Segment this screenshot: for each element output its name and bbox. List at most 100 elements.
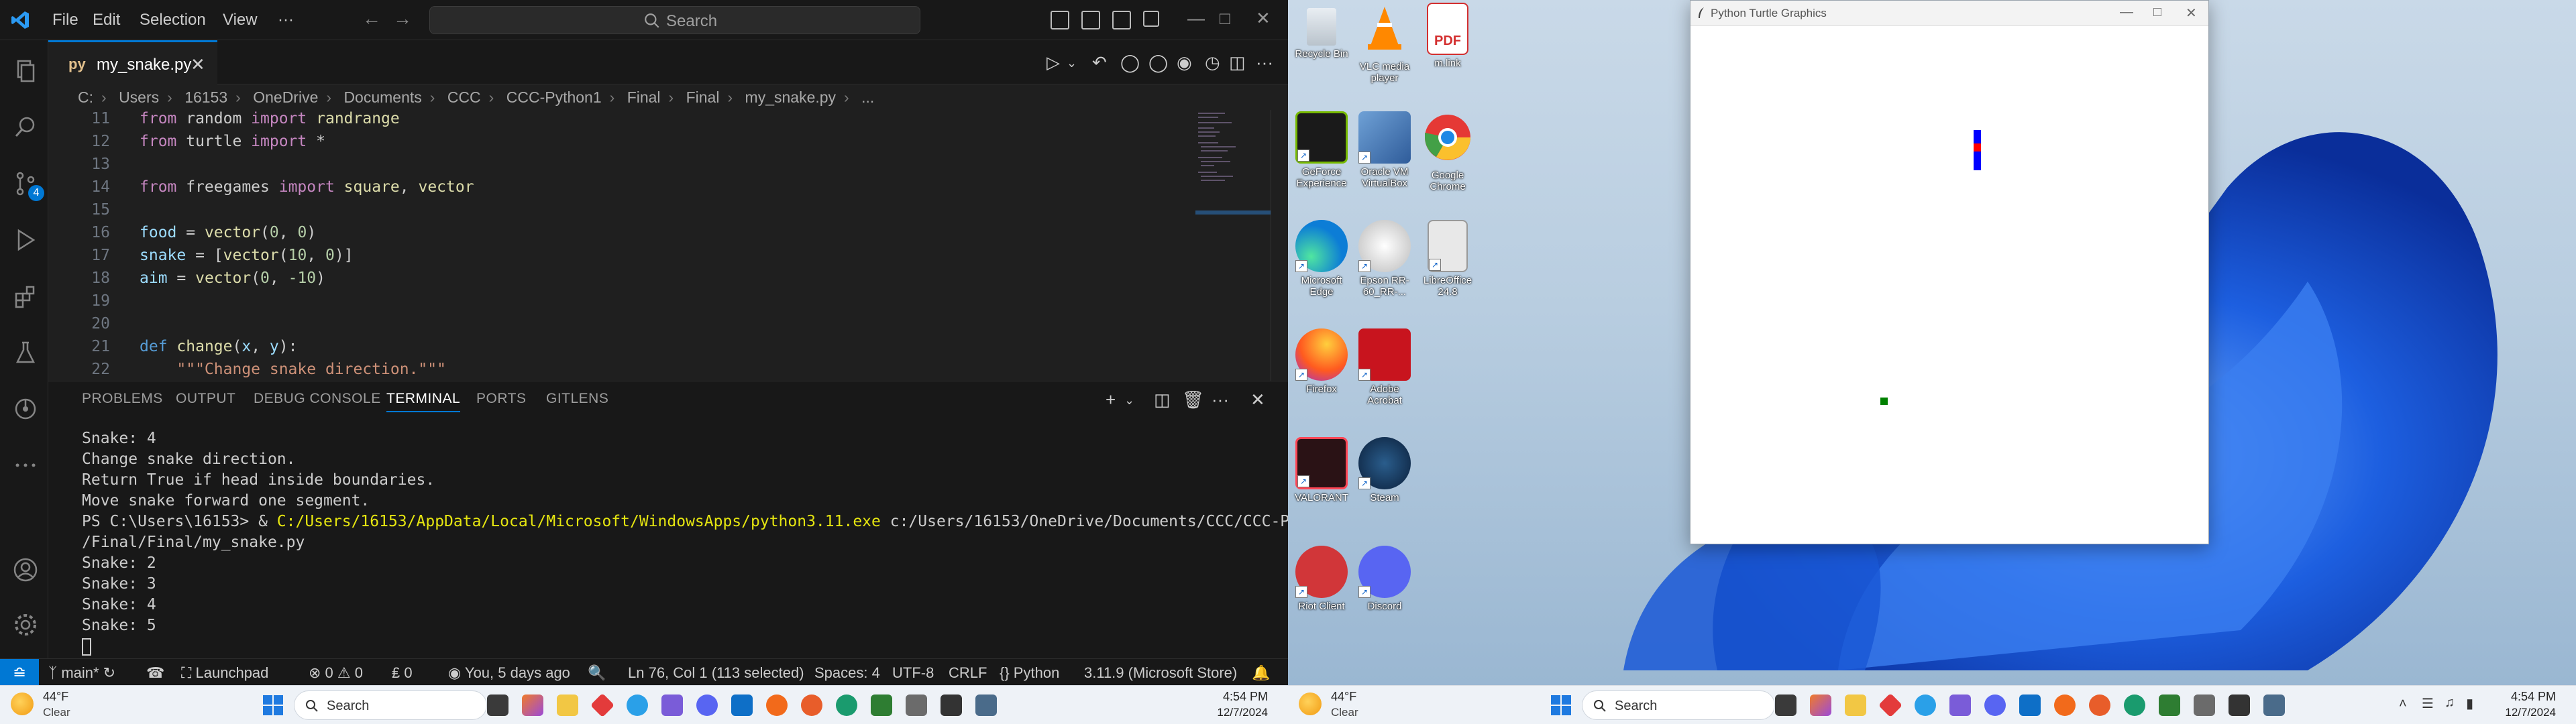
firefox-taskbar-icon[interactable] <box>2054 695 2076 716</box>
launchpad-status[interactable]: ⛶ Launchpad <box>181 664 268 682</box>
task-view-icon[interactable] <box>487 695 508 716</box>
clock-time[interactable]: 4:54 PM <box>2482 690 2556 704</box>
menu-more[interactable]: ··· <box>278 11 294 29</box>
turtle-canvas[interactable] <box>1697 32 2202 534</box>
minimize-button[interactable]: — <box>1187 8 1205 29</box>
search-view-icon[interactable] <box>12 114 39 141</box>
copilot-icon[interactable] <box>522 695 543 716</box>
close-window-button[interactable]: ✕ <box>1256 8 1271 29</box>
turtle-minimize-button[interactable]: — <box>2120 5 2133 20</box>
app-taskbar-icon[interactable] <box>975 695 997 716</box>
clock-date[interactable]: 12/7/2024 <box>1194 706 1268 719</box>
desktop-icon-valorant[interactable]: ↗ VALORANT <box>1291 437 1352 503</box>
close-tab-icon[interactable]: ✕ <box>191 54 205 75</box>
command-center-search[interactable]: Search <box>429 6 920 34</box>
desktop-icon-epson[interactable]: ↗ Epson RR-60_RR-... <box>1354 220 1415 298</box>
minimap[interactable] <box>1195 110 1271 217</box>
app-red-diamond-icon[interactable] <box>590 692 615 718</box>
notes-taskbar-icon[interactable] <box>2159 695 2180 716</box>
app-taskbar-icon[interactable] <box>2263 695 2285 716</box>
turtle-maximize-button[interactable]: □ <box>2153 5 2161 20</box>
code-editor[interactable]: 11 from random import randrange 12 from tu… <box>48 110 1288 381</box>
cursor-position[interactable]: Ln 76, Col 1 (113 selected) <box>628 664 804 682</box>
problems-status[interactable]: ⊗ 0 ⚠ 0 <box>309 664 363 682</box>
desktop-icon-firefox[interactable]: ↗ Firefox <box>1291 328 1352 395</box>
turtle-title-bar[interactable]: Python Turtle Graphics — □ ✕ <box>1690 1 2208 26</box>
desktop-icon-acrobat[interactable]: ↗ Adobe Acrobat <box>1354 328 1415 406</box>
firefox-taskbar-icon[interactable] <box>766 695 788 716</box>
desktop-icon-recycle-bin[interactable]: Recycle Bin <box>1291 3 1352 60</box>
windows-start-icon[interactable] <box>263 695 283 715</box>
windows-start-icon[interactable] <box>1551 695 1571 715</box>
taskbar-search[interactable]: Search <box>294 690 487 720</box>
edge-taskbar-icon[interactable] <box>2124 695 2145 716</box>
desktop-icon-libreoffice[interactable]: ↗ LibreOffice 24.8 <box>1417 220 1479 298</box>
explorer-icon[interactable] <box>12 58 39 84</box>
source-control-icon[interactable]: 4 <box>12 170 44 201</box>
app-blue-icon[interactable] <box>627 695 648 716</box>
edge-taskbar-icon[interactable] <box>836 695 857 716</box>
desktop-icon-steam[interactable]: ↗ Steam <box>1354 437 1415 503</box>
extensions-icon[interactable] <box>12 283 39 310</box>
terminal-taskbar-icon[interactable] <box>941 695 962 716</box>
tab-gitlens[interactable]: GITLENS <box>546 391 608 407</box>
previous-change-icon[interactable]: ◯ <box>1120 52 1140 73</box>
volume-icon[interactable]: ♫ <box>2445 695 2455 711</box>
back-arrow-icon[interactable]: ← <box>362 8 381 29</box>
tab-ports[interactable]: PORTS <box>476 391 526 407</box>
breadcrumb-item[interactable]: Documents <box>343 88 421 106</box>
desktop-icon-virtualbox[interactable]: ↗ Oracle VM VirtualBox <box>1354 111 1415 189</box>
editor-more-icon[interactable]: ··· <box>1256 52 1273 73</box>
panel-more-icon[interactable]: ··· <box>1212 389 1229 410</box>
menu-selection[interactable]: Selection <box>140 11 206 29</box>
accounts-icon[interactable] <box>12 556 39 583</box>
manage-gear-icon[interactable] <box>12 611 39 638</box>
wifi-icon[interactable]: ☰ <box>2422 695 2434 712</box>
blame-status[interactable]: ◉ You, 5 days ago <box>448 664 570 682</box>
run-debug-icon[interactable] <box>12 227 39 253</box>
indentation-status[interactable]: Spaces: 4 <box>814 664 880 682</box>
editor-scrollbar[interactable] <box>1271 110 1284 381</box>
branch-status[interactable]: ᛉ main* ↻ <box>48 664 115 682</box>
app-purple-icon[interactable] <box>1949 695 1971 716</box>
weather-icon[interactable] <box>11 692 34 715</box>
turtle-close-button[interactable]: ✕ <box>2186 5 2197 21</box>
terminal-taskbar-icon[interactable] <box>2229 695 2250 716</box>
gitlens-icon[interactable] <box>12 396 39 422</box>
forward-arrow-icon[interactable]: → <box>393 8 412 29</box>
tab-output[interactable]: OUTPUT <box>176 391 235 407</box>
toggle-primary-sidebar-icon[interactable] <box>1051 11 1069 29</box>
terminal-cursor[interactable] <box>82 638 1283 658</box>
encoding-status[interactable]: UTF-8 <box>892 664 934 682</box>
file-explorer-icon[interactable] <box>557 695 578 716</box>
brave-taskbar-icon[interactable] <box>2089 695 2110 716</box>
app-purple-icon[interactable] <box>661 695 683 716</box>
taskbar-search[interactable]: Search <box>1582 690 1775 720</box>
terminal-dropdown-chevron-icon[interactable]: ⌄ <box>1124 394 1134 408</box>
clock-time[interactable]: 4:54 PM <box>1194 690 1268 704</box>
run-dropdown-chevron-icon[interactable]: ⌄ <box>1067 56 1077 70</box>
tab-terminal[interactable]: TERMINAL <box>386 391 461 412</box>
desktop-icon-edge[interactable]: ↗ Microsoft Edge <box>1291 220 1352 298</box>
menu-file[interactable]: File <box>52 11 78 29</box>
toggle-secondary-sidebar-icon[interactable] <box>1112 11 1131 29</box>
breadcrumb-item[interactable]: Final <box>627 88 661 106</box>
tab-debug-console[interactable]: DEBUG CONSOLE <box>254 391 381 407</box>
app-blue-icon[interactable] <box>1915 695 1936 716</box>
battery-icon[interactable]: ▮ <box>2466 695 2473 712</box>
desktop-icon-vlc[interactable]: VLC media player <box>1354 3 1415 84</box>
weather-icon[interactable] <box>1299 692 1322 715</box>
maximize-button[interactable]: □ <box>1220 8 1230 29</box>
vscode-taskbar-icon[interactable] <box>731 695 753 716</box>
timeline-icon[interactable]: ◷ <box>1205 52 1220 73</box>
menu-view[interactable]: View <box>223 11 258 29</box>
new-terminal-icon[interactable]: + <box>1106 389 1116 410</box>
vscode-taskbar-icon[interactable] <box>2019 695 2041 716</box>
breadcrumb-file[interactable]: my_snake.py <box>745 88 837 106</box>
zoom-icon[interactable]: 🔍 <box>588 664 606 682</box>
menu-edit[interactable]: Edit <box>93 11 120 29</box>
toggle-panel-icon[interactable] <box>1081 11 1100 29</box>
tab-my-snake[interactable]: py my_snake.py ✕ <box>48 40 217 84</box>
split-terminal-icon[interactable]: ◫ <box>1154 389 1171 410</box>
run-python-icon[interactable]: ▷ <box>1046 52 1060 73</box>
